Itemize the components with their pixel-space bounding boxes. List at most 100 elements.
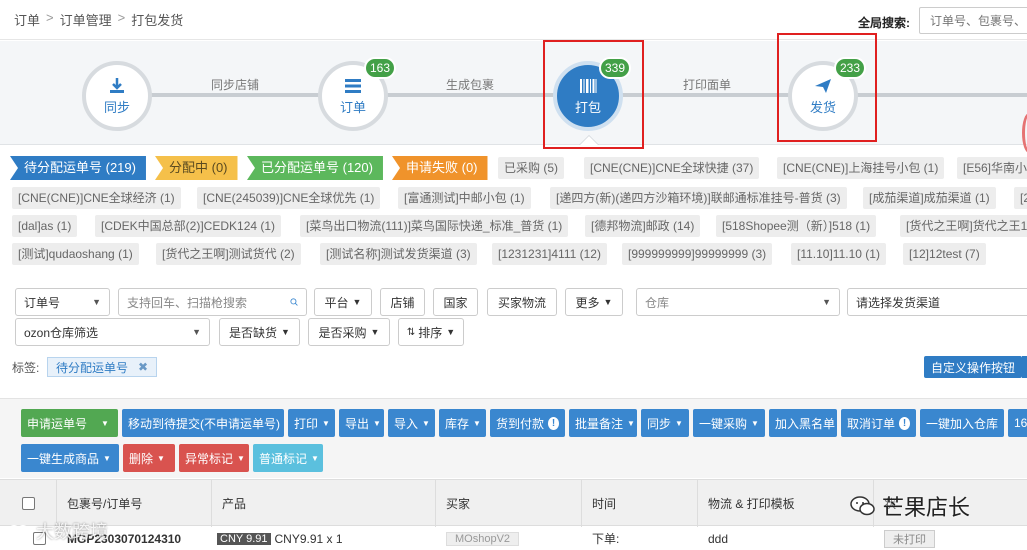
out-of-stock-label: 是否缺货	[229, 325, 278, 340]
watermark-left-text: 大数跨境	[36, 522, 108, 542]
flow-node-label: 同步	[103, 100, 130, 115]
inventory-button[interactable]: 库存 ▼	[439, 409, 486, 437]
flow-edge-generate-package: 生成包裹	[445, 78, 494, 92]
channel-tag[interactable]: [富通测试]中邮小包 (1)	[398, 187, 531, 209]
country-button[interactable]: 国家	[433, 288, 478, 316]
channel-tag[interactable]: [递四方(新)(递四方沙箱环境)]联邮通标准挂号-普货 (3)	[550, 187, 847, 209]
print-button[interactable]: 打印 ▼	[288, 409, 335, 437]
more-dropdown[interactable]: 更多 ▼	[565, 288, 623, 316]
channel-tag[interactable]: [测试]qudaoshang (1)	[12, 243, 139, 265]
import-button[interactable]: 导入 ▼	[388, 409, 435, 437]
flow-node-sync[interactable]: 同步	[82, 61, 152, 131]
more-toolbar-button[interactable]: 16	[1008, 409, 1027, 437]
shop-chip: MOshopV2	[446, 531, 520, 546]
highlight-box-pack	[543, 40, 644, 149]
delete-button[interactable]: 删除 ▼	[123, 444, 175, 472]
export-button[interactable]: 导出 ▼	[339, 409, 384, 437]
cancel-order-button[interactable]: 取消订单!	[841, 409, 916, 437]
batch-remark-button[interactable]: 批量备注 ▼	[569, 409, 637, 437]
add-blacklist-button[interactable]: 加入黑名单	[769, 409, 837, 437]
channel-tag[interactable]: [CNE(CNE)]上海挂号小包 (1)	[777, 157, 945, 179]
status-tab-failed[interactable]: 申请失败 (0)	[392, 156, 488, 180]
channel-tag[interactable]: [1231231]4111 (12)	[492, 243, 607, 265]
extra-button-partial[interactable]	[1022, 356, 1027, 378]
list-icon	[345, 79, 361, 93]
global-search-label: 全局搜索:	[858, 16, 910, 30]
apply-tracking-button[interactable]: 申请运单号 ▼	[21, 409, 118, 437]
channel-tag[interactable]: [518Shopee测（新）]518 (1)	[716, 215, 877, 237]
channel-tag[interactable]: [999999999]99999999 (3)	[622, 243, 773, 265]
channel-tag[interactable]: [成茄渠道]成茄渠道 (1)	[863, 187, 996, 209]
status-tab-allocating[interactable]: 分配中 (0)	[155, 156, 238, 180]
add-to-warehouse-button[interactable]: 一键加入仓库	[920, 409, 1004, 437]
flow-connector	[150, 93, 325, 97]
channel-tag[interactable]: [dal]as (1)	[12, 215, 78, 237]
more-label: 更多	[575, 295, 600, 310]
wechat-icon	[850, 496, 875, 516]
move-to-pending-button[interactable]: 移动到待提交(不申请运单号)	[122, 409, 284, 437]
channel-tag[interactable]: [E56]华南小	[957, 157, 1027, 179]
caret-down-icon: ▼	[822, 297, 831, 307]
ozon-warehouse-select[interactable]: ozon仓库筛选 ▼	[15, 318, 210, 346]
channel-tag[interactable]: [11.10]11.10 (1)	[791, 243, 886, 265]
breadcrumb-pack-ship: 打包发货	[131, 13, 184, 28]
caret-down-icon: ▼	[675, 418, 683, 428]
warehouse-select[interactable]: 仓库 ▼	[636, 288, 840, 316]
import-label: 导入	[394, 416, 419, 431]
channel-tag[interactable]: [德邦物流]邮政 (14)	[585, 215, 701, 237]
caret-down-icon: ▼	[101, 418, 109, 428]
normal-mark-button[interactable]: 普通标记 ▼	[253, 444, 323, 472]
status-tab-pending[interactable]: 待分配运单号 (219)	[10, 156, 146, 180]
channel-tag[interactable]: [2	[1014, 187, 1027, 209]
channel-tag[interactable]: [CNE(245039)]CNE全球优先 (1)	[197, 187, 381, 209]
channel-select[interactable]: 请选择发货渠道	[847, 288, 1027, 316]
flow-connector	[385, 93, 560, 97]
caret-down-icon: ▼	[446, 327, 456, 337]
flow-edge-sync-store: 同步店铺	[210, 78, 259, 92]
channel-tag[interactable]: [测试名称]测试发货渠道 (3)	[320, 243, 477, 265]
label-chip-pending[interactable]: 待分配运单号 ✖	[47, 357, 158, 377]
print-status-chip: 未打印	[884, 529, 935, 548]
channel-tag[interactable]: [货代之王啊]测试货代 (2)	[156, 243, 301, 265]
channel-tag[interactable]: [CNE(CNE)]CNE全球快捷 (37)	[584, 157, 760, 179]
caret-down-icon: ▼	[751, 418, 759, 428]
select-all-checkbox[interactable]	[21, 497, 35, 510]
close-icon[interactable]: ✖	[138, 360, 148, 374]
one-click-purchase-button[interactable]: 一键采购 ▼	[693, 409, 765, 437]
generate-products-button[interactable]: 一键生成商品 ▼	[21, 444, 119, 472]
breadcrumb-order-management[interactable]: 订单管理	[60, 10, 112, 29]
flow-node-label: 订单	[339, 100, 366, 115]
table-row[interactable]: MGP2303070124310 CNY 9.91 CNY9.91 x 1 MOs…	[0, 527, 1027, 550]
count-badge: 163	[363, 57, 396, 79]
global-search-input[interactable]	[919, 7, 1027, 34]
custom-action-button[interactable]: 自定义操作按钮	[924, 356, 1023, 378]
flow-node-orders[interactable]: 订单 163	[318, 57, 396, 131]
sync-button[interactable]: 同步 ▼	[641, 409, 689, 437]
info-icon: !	[899, 416, 910, 430]
caret-down-icon: ▼	[322, 418, 330, 428]
flow-edge-print-label: 打印面单	[682, 78, 731, 92]
channel-tag[interactable]: [CNE(CNE)]CNE全球经济 (1)	[12, 187, 181, 209]
store-button[interactable]: 店铺	[380, 288, 425, 316]
purchased-dropdown[interactable]: 是否采购 ▼	[308, 318, 390, 346]
out-of-stock-dropdown[interactable]: 是否缺货 ▼	[219, 318, 300, 346]
search-input[interactable]: 支持回车、扫描枪搜索	[118, 288, 307, 316]
abnormal-mark-button[interactable]: 异常标记 ▼	[179, 444, 249, 472]
move-to-pending-label: 移动到待提交(不申请运单号)	[128, 416, 280, 431]
channel-tag[interactable]: [CDEK中国总部(2)]CEDK124 (1)	[95, 215, 282, 237]
order-no-select[interactable]: 订单号 ▼	[15, 288, 110, 316]
breadcrumb-orders[interactable]: 订单	[14, 10, 40, 29]
channel-tag[interactable]: 已采购 (5)	[498, 157, 565, 179]
search-icon[interactable]	[284, 295, 298, 309]
row-buyer: MOshopV2	[436, 527, 520, 550]
cash-on-delivery-button[interactable]: 货到付款!	[490, 409, 565, 437]
channel-tag[interactable]: [12]12test (7)	[903, 243, 986, 265]
buyer-logistics-button[interactable]: 买家物流	[487, 288, 557, 316]
tag-row-1: 待分配运单号 (219) 分配中 (0) 已分配运单号 (120) 申请失败 (…	[0, 156, 1027, 180]
platform-dropdown[interactable]: 平台 ▼	[314, 288, 372, 316]
channel-tag[interactable]: [菜鸟出口物流(111)]菜鸟国际快递_标准_普货 (1)	[300, 215, 569, 237]
flow-node-partial	[1022, 113, 1027, 153]
status-tab-allocated[interactable]: 已分配运单号 (120)	[247, 156, 383, 180]
channel-tag[interactable]: [货代之王啊]货代之王1	[900, 215, 1027, 237]
sort-dropdown[interactable]: ⇅ 排序 ▼	[398, 318, 464, 346]
